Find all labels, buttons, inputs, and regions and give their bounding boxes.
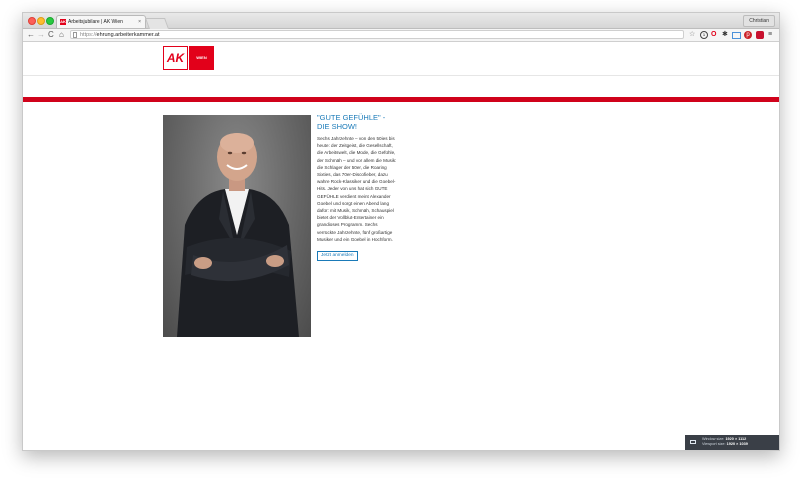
browser-toolbar: ← → C ⌂ https://ehrung.arbeiterkammer.at… [23,29,779,42]
address-bar[interactable]: https://ehrung.arbeiterkammer.at [70,30,684,39]
forward-arrow-icon[interactable]: → [37,30,45,40]
back-arrow-icon[interactable]: ← [27,30,35,40]
close-window-button[interactable] [28,17,36,25]
window-size-value: 1920 × 1112 [725,437,747,441]
zoom-window-button[interactable] [46,17,54,25]
star-icon[interactable]: ☆ [689,30,695,40]
tab-title: Arbeitsjubilare | AK Wien [68,19,123,25]
tab-close-icon[interactable]: × [138,16,141,29]
article: "GUTE GEFÜHLE" - DIE SHOW! Sechs Jahrzeh… [317,113,397,262]
pinterest-icon[interactable]: p [744,31,752,39]
portrait-photo [163,115,311,337]
register-button[interactable]: Jetzt anmelden [317,251,358,262]
header-divider [23,75,779,76]
window-size-label: Window size: [702,437,725,441]
article-body: Sechs Jahrzehnte – von den 50ies bis heu… [317,136,397,242]
minimize-window-button[interactable] [37,17,45,25]
ak-wien-logo[interactable]: AK WIEN [163,46,214,70]
new-tab-button[interactable] [144,18,170,29]
browser-window: AK Arbeitsjubilare | AK Wien × Christian… [22,12,780,451]
opera-icon[interactable]: O [711,30,716,40]
menu-icon[interactable]: ≡ [768,30,772,40]
logo-wien-mark: WIEN [189,46,214,70]
article-headline: "GUTE GEFÜHLE" - DIE SHOW! [317,113,386,131]
profile-button[interactable]: Christian [743,15,775,27]
url-protocol: https:// [80,32,97,38]
info-icon[interactable]: 1 [700,31,708,39]
title-bar: AK Arbeitsjubilare | AK Wien × Christian [23,13,779,29]
window-size-overlay: Window size: 1920 × 1112 Viewport size: … [685,435,779,450]
page-icon [73,32,77,38]
reload-icon[interactable]: C [48,30,54,40]
ak-favicon-icon: AK [60,19,66,25]
page-viewport: AK WIEN "GUTE GEFÜHLE" - DIE SHOW! Sechs… [23,42,779,450]
viewport-size-value: 1920 × 1039 [726,442,748,446]
bookmark-icon[interactable] [732,32,741,39]
brand-stripe [23,97,779,102]
portrait-illustration [177,133,299,337]
monitor-icon [690,440,696,444]
adblock-icon[interactable] [756,31,764,39]
logo-ak-mark: AK [163,46,188,70]
home-icon[interactable]: ⌂ [59,30,64,40]
gear-icon[interactable]: ✱ [722,30,728,40]
viewport-size-label: Viewport size: [702,442,726,446]
url-host: ehrung.arbeiterkammer.at [96,32,160,38]
browser-tab[interactable]: AK Arbeitsjubilare | AK Wien × [56,15,146,28]
